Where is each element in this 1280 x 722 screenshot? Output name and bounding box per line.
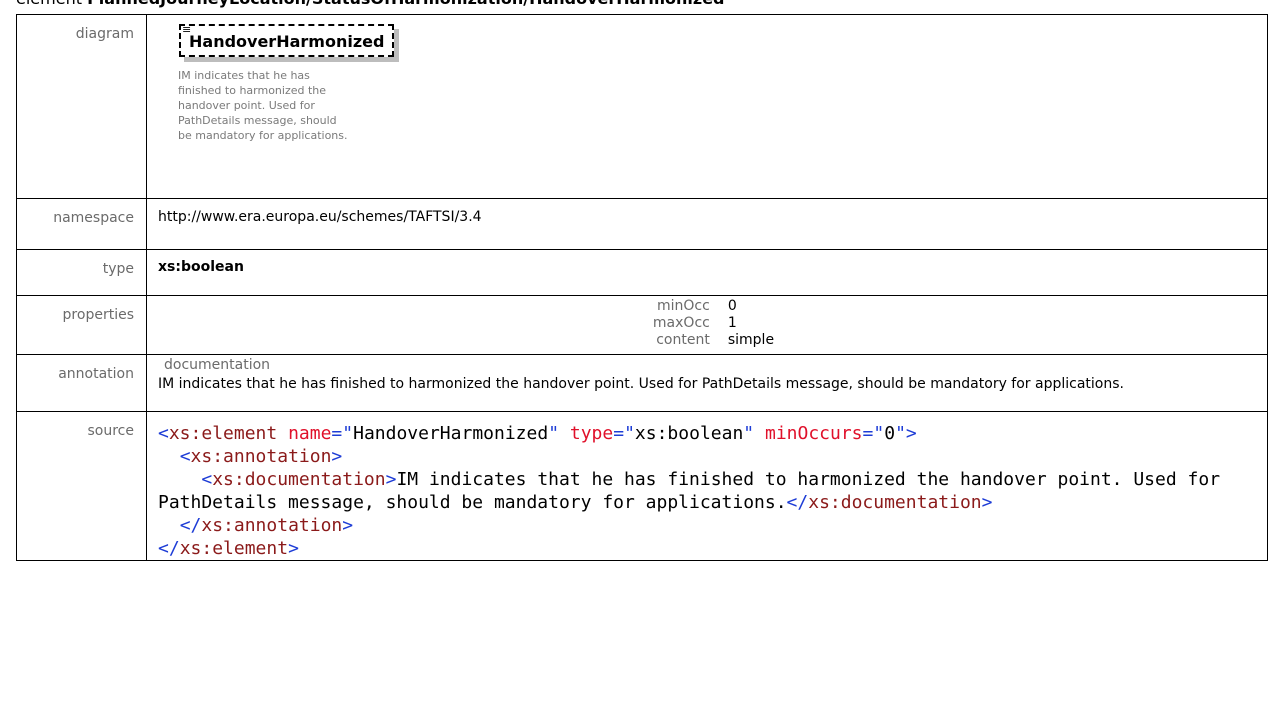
label-annotation: annotation (16, 354, 147, 412)
label-namespace: namespace (16, 198, 147, 250)
row-type: type xs:boolean (16, 249, 1268, 296)
type-value[interactable]: xs:boolean (146, 249, 1268, 296)
diagram-doc-line: handover point. Used for (178, 99, 315, 112)
src-documentation-tag: xs:documentation (212, 469, 386, 490)
page-title: element PlannedJourneyLocation/StatusOfH… (16, 0, 725, 9)
row-diagram: diagram ≡ HandoverHarmonized IM indicate… (16, 14, 1268, 199)
property-key: content (656, 332, 710, 348)
property-key: maxOcc (652, 315, 710, 331)
row-source: source <xs:element name="HandoverHarmoni… (16, 411, 1268, 561)
namespace-value: http://www.era.europa.eu/schemes/TAFTSI/… (146, 198, 1268, 250)
src-annotation-close-tag: xs:annotation (201, 515, 343, 536)
label-type: type (16, 249, 147, 296)
annotation-key: documentation (164, 357, 271, 373)
page-title-path: PlannedJourneyLocation/StatusOfHarmoniza… (87, 0, 724, 8)
diagram-documentation: IM indicates that he has finished to har… (178, 68, 358, 143)
property-key: minOcc (657, 298, 710, 314)
source-cell: <xs:element name="HandoverHarmonized" ty… (146, 411, 1268, 561)
element-content-icon: ≡ (182, 23, 192, 36)
row-annotation: annotation documentation IM indicates th… (16, 354, 1268, 412)
properties-grid: minOcc 0 maxOcc 1 content simple (160, 298, 1267, 349)
diagram-doc-line: IM indicates that he has (178, 69, 310, 82)
src-attr-type: type (569, 423, 614, 444)
diagram-cell: ≡ HandoverHarmonized IM indicates that h… (146, 14, 1268, 199)
annotation-cell: documentation IM indicates that he has f… (146, 354, 1268, 412)
diagram-doc-line: finished to harmonized the (178, 84, 327, 97)
row-namespace: namespace http://www.era.europa.eu/schem… (16, 198, 1268, 250)
src-element-tag: xs:element (168, 423, 278, 444)
diagram: ≡ HandoverHarmonized IM indicates that h… (158, 15, 1267, 198)
diagram-element-name: HandoverHarmonized (189, 32, 385, 51)
label-source: source (16, 411, 147, 561)
page-title-prefix: element (16, 0, 87, 8)
src-attr-name-value: HandoverHarmonized (353, 423, 549, 444)
element-doc-table: diagram ≡ HandoverHarmonized IM indicate… (16, 14, 1268, 561)
src-documentation-close-tag: xs:documentation (808, 492, 982, 513)
property-value: 0 (727, 298, 737, 314)
src-attr-minoccurs-value: 0 (884, 423, 896, 444)
source-code: <xs:element name="HandoverHarmonized" ty… (158, 423, 1231, 559)
property-value: 1 (727, 315, 737, 331)
row-properties: properties minOcc 0 maxOcc 1 content sim… (16, 295, 1268, 355)
diagram-element-box[interactable]: ≡ HandoverHarmonized (179, 23, 395, 57)
src-attr-type-value: xs:boolean (634, 423, 744, 444)
label-diagram: diagram (16, 14, 147, 199)
src-attr-minoccurs: minOccurs (764, 423, 863, 444)
diagram-doc-line: be mandatory for applications. (178, 129, 348, 142)
src-annotation-tag: xs:annotation (190, 446, 332, 467)
annotation-text: IM indicates that he has finished to har… (158, 376, 1124, 392)
property-value: simple (727, 332, 775, 348)
properties-cell: minOcc 0 maxOcc 1 content simple (146, 295, 1268, 355)
diagram-doc-line: PathDetails message, should (178, 114, 337, 127)
src-element-close-tag: xs:element (179, 538, 289, 559)
label-properties: properties (16, 295, 147, 355)
src-attr-name: name (288, 423, 332, 444)
